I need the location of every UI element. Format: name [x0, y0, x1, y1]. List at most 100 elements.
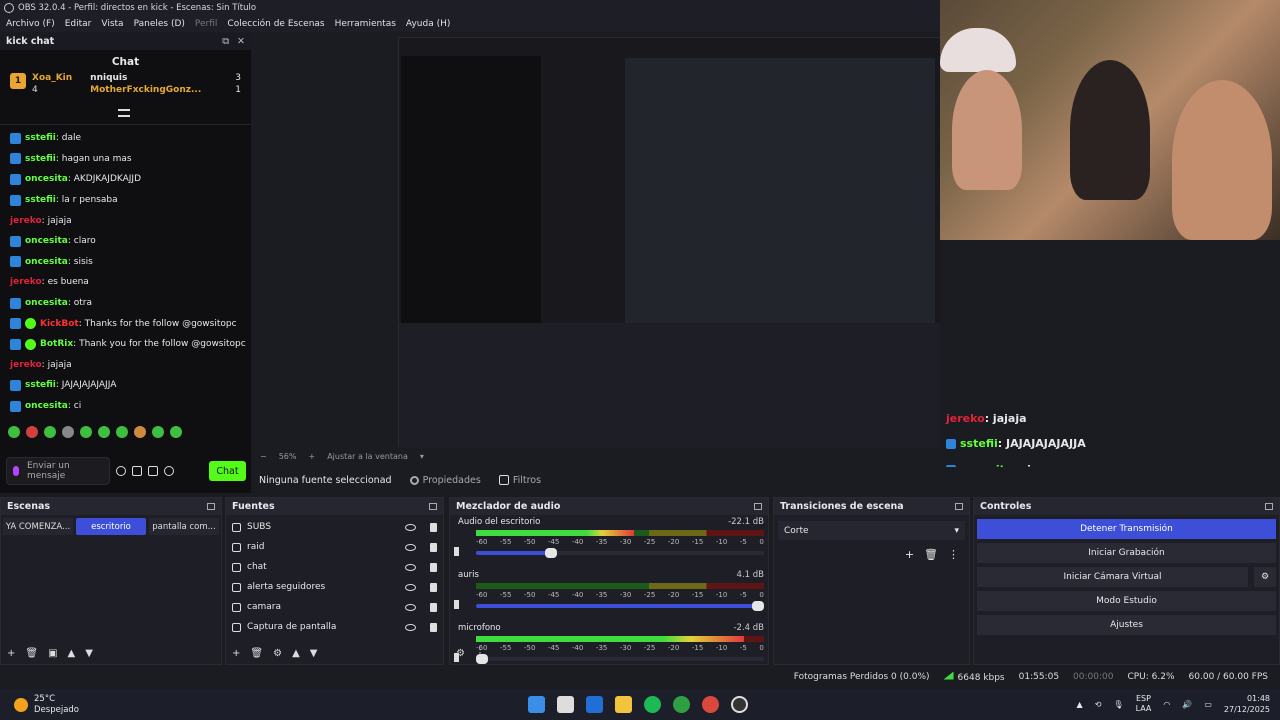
- menu-archivo[interactable]: Archivo (F): [6, 19, 55, 29]
- eye-icon[interactable]: [405, 583, 416, 591]
- filter-scene-button[interactable]: ▣: [48, 648, 57, 659]
- emoji-icon[interactable]: [116, 466, 126, 476]
- properties-button[interactable]: Propiedades: [409, 475, 481, 486]
- eye-icon[interactable]: [405, 623, 416, 631]
- clock[interactable]: 01:48 27/12/2025: [1224, 693, 1270, 715]
- remove-transition-button[interactable]: 🗑: [924, 548, 938, 561]
- emote-icon[interactable]: [8, 426, 20, 439]
- weather-widget[interactable]: 25°C Despejado: [0, 694, 79, 716]
- add-transition-button[interactable]: +: [905, 548, 914, 561]
- volume-knob[interactable]: [544, 548, 557, 558]
- source-item[interactable]: chat: [226, 557, 443, 577]
- lock-icon[interactable]: [430, 602, 437, 612]
- menu-vista[interactable]: Vista: [101, 19, 123, 29]
- zoom-out-button[interactable]: −: [260, 452, 267, 461]
- emote-icon[interactable]: [116, 426, 128, 439]
- emote-icon[interactable]: [134, 426, 146, 439]
- emote-icon[interactable]: [44, 426, 56, 439]
- menu-herramientas[interactable]: Herramientas: [335, 19, 396, 29]
- popout-icon[interactable]: [955, 503, 963, 510]
- transition-menu-button[interactable]: ⋮: [948, 548, 959, 561]
- gear-icon[interactable]: [164, 466, 174, 476]
- scene-item[interactable]: YA COMENZA...: [3, 518, 73, 535]
- lock-icon[interactable]: [430, 622, 437, 632]
- remove-source-button[interactable]: 🗑: [250, 648, 263, 659]
- zoom-in-button[interactable]: +: [308, 452, 315, 461]
- menu-editar[interactable]: Editar: [65, 19, 92, 29]
- eye-icon[interactable]: [405, 543, 416, 551]
- source-item[interactable]: alerta seguidores: [226, 577, 443, 597]
- float-icon[interactable]: ⧉: [222, 36, 229, 47]
- menu-coleccion[interactable]: Colección de Escenas: [227, 19, 324, 29]
- move-up-button[interactable]: ▲: [292, 648, 300, 659]
- language-indicator[interactable]: ESP LAA: [1136, 694, 1152, 714]
- mixer-menu-button[interactable]: ⋮: [475, 648, 485, 659]
- emote-icon[interactable]: [80, 426, 92, 439]
- start-icon[interactable]: [528, 696, 545, 713]
- scene-item-active[interactable]: escritorio: [76, 518, 146, 535]
- emote-icon[interactable]: [62, 426, 74, 439]
- move-up-button[interactable]: ▲: [68, 648, 76, 659]
- popout-icon[interactable]: [207, 503, 215, 510]
- settings-button[interactable]: Ajustes: [977, 615, 1276, 635]
- volume-icon[interactable]: 🔊: [1182, 700, 1192, 709]
- chrome-icon[interactable]: [702, 696, 719, 713]
- speaker-icon[interactable]: [454, 547, 463, 556]
- popout-icon[interactable]: [754, 503, 762, 510]
- mixer-settings-button[interactable]: ⚙: [456, 648, 465, 659]
- wifi-icon[interactable]: ◠: [1163, 700, 1170, 709]
- spotify-icon[interactable]: [644, 696, 661, 713]
- source-item[interactable]: raid: [226, 537, 443, 557]
- chat-input[interactable]: Enviar un mensaje: [6, 457, 110, 485]
- source-item[interactable]: Captura de pantalla: [226, 617, 443, 637]
- add-source-button[interactable]: +: [232, 648, 240, 659]
- gear-icon[interactable]: ⚙: [1254, 567, 1276, 587]
- eye-icon[interactable]: [405, 563, 416, 571]
- lock-icon[interactable]: [430, 582, 437, 592]
- move-down-button[interactable]: ▼: [85, 648, 93, 659]
- start-virtual-camera-button[interactable]: Iniciar Cámara Virtual: [977, 567, 1248, 587]
- start-recording-button[interactable]: Iniciar Grabación: [977, 543, 1276, 563]
- volume-slider[interactable]: [476, 548, 764, 558]
- remove-scene-button[interactable]: 🗑: [25, 648, 38, 659]
- speaker-icon[interactable]: [454, 600, 463, 609]
- popout-icon[interactable]: [429, 503, 437, 510]
- add-scene-button[interactable]: +: [7, 648, 15, 659]
- menu-ayuda[interactable]: Ayuda (H): [406, 19, 450, 29]
- scene-item[interactable]: pantalla com...: [149, 518, 219, 535]
- lock-icon[interactable]: [430, 562, 437, 572]
- close-icon[interactable]: ✕: [237, 36, 245, 47]
- folder-icon[interactable]: [615, 696, 632, 713]
- outlook-icon[interactable]: [586, 696, 603, 713]
- emote-icon[interactable]: [170, 426, 182, 439]
- preview-canvas[interactable]: [256, 33, 1121, 448]
- emote-icon[interactable]: [98, 426, 110, 439]
- eye-icon[interactable]: [405, 523, 416, 531]
- obs-icon[interactable]: [731, 696, 748, 713]
- lock-icon[interactable]: [430, 522, 437, 532]
- emote-icon[interactable]: [152, 426, 164, 439]
- link-icon[interactable]: [148, 466, 158, 476]
- transition-select[interactable]: Corte ▾: [778, 521, 965, 540]
- source-item[interactable]: SUBS: [226, 517, 443, 537]
- popout-icon[interactable]: [1265, 503, 1273, 510]
- eye-icon[interactable]: [405, 603, 416, 611]
- filters-button[interactable]: Filtros: [498, 475, 541, 486]
- emote-icon[interactable]: [26, 426, 38, 439]
- taskview-icon[interactable]: [557, 696, 574, 713]
- volume-slider[interactable]: [476, 601, 764, 611]
- stop-streaming-button[interactable]: Detener Transmisión: [977, 519, 1276, 539]
- chevron-down-icon[interactable]: ▾: [420, 452, 424, 461]
- lock-icon[interactable]: [430, 542, 437, 552]
- battery-icon[interactable]: ▭: [1204, 700, 1212, 709]
- chevron-up-icon[interactable]: ▲: [1077, 700, 1083, 709]
- volume-knob[interactable]: [752, 601, 764, 611]
- mic-tray-icon[interactable]: 🎙: [1113, 700, 1123, 709]
- settings-icon[interactable]: [132, 466, 142, 476]
- move-down-button[interactable]: ▼: [310, 648, 318, 659]
- collapse-icon[interactable]: [118, 109, 130, 117]
- menu-perfil[interactable]: Perfil: [195, 19, 218, 29]
- network-icon[interactable]: ⟲: [1095, 700, 1102, 709]
- xbox-icon[interactable]: [673, 696, 690, 713]
- source-settings-button[interactable]: ⚙: [273, 648, 282, 659]
